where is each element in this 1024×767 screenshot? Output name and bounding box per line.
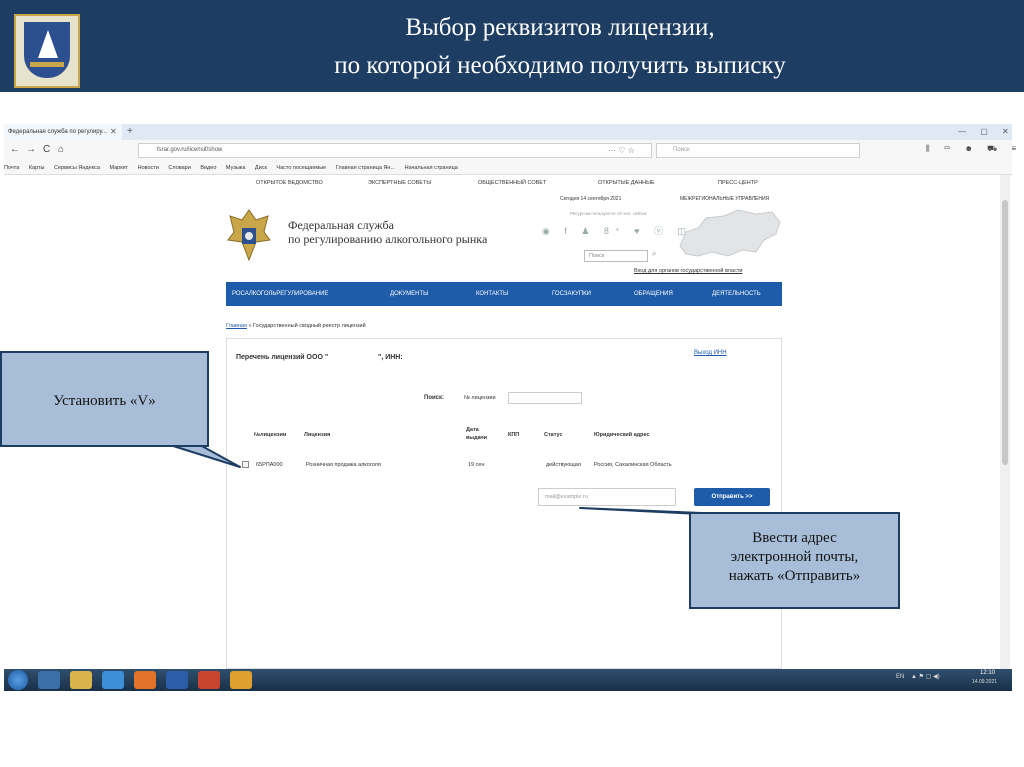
media-player-icon[interactable] (38, 671, 60, 689)
clock-date[interactable]: 14.09.2021 (972, 679, 997, 685)
word-icon[interactable] (166, 671, 188, 689)
callout-check-license: Установить «V» (0, 351, 209, 447)
language-indicator[interactable]: EN (896, 674, 904, 680)
system-tray[interactable]: EN ▲ ⚑ ▢ ◀) (896, 673, 940, 680)
tray-icons[interactable]: ▲ ⚑ ▢ ◀) (911, 674, 940, 680)
app-icon[interactable] (230, 671, 252, 689)
start-button[interactable] (8, 670, 28, 690)
internet-explorer-icon[interactable] (102, 671, 124, 689)
file-explorer-icon[interactable] (70, 671, 92, 689)
callout-enter-email: Ввести адрес электронной почты, нажать «… (689, 512, 900, 609)
clock-time[interactable]: 12:10 (980, 670, 995, 676)
callout-line: Ввести адрес (752, 530, 837, 546)
firefox-icon[interactable] (134, 671, 156, 689)
callout-line: электронной почты, (730, 549, 859, 565)
powerpoint-icon[interactable] (198, 671, 220, 689)
callout-line: нажать «Отправить» (728, 568, 861, 584)
